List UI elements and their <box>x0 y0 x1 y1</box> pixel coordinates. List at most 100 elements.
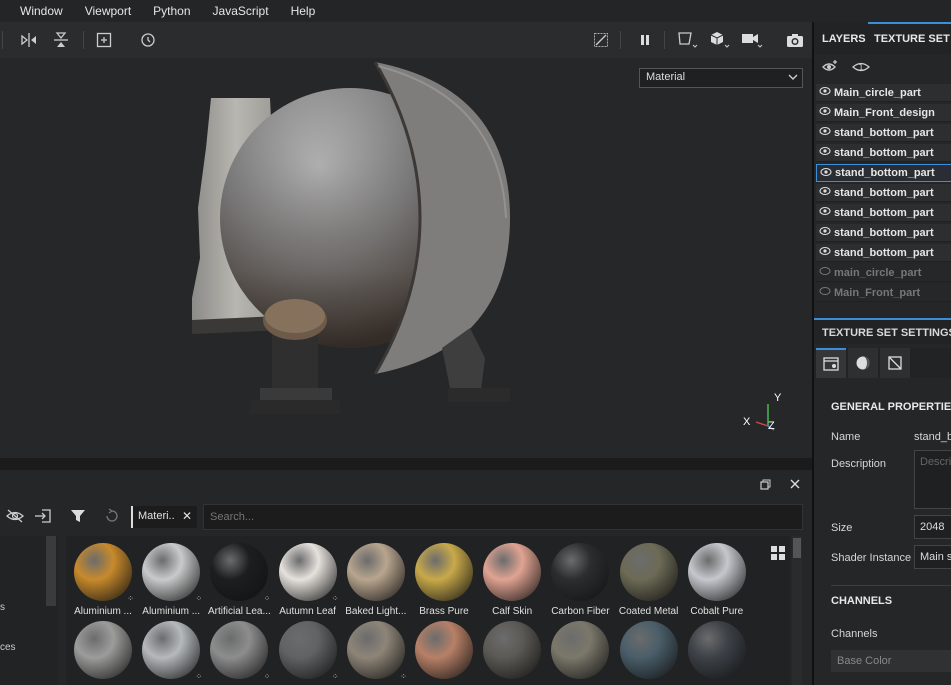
layer-row[interactable]: stand_bottom_part <box>816 164 951 182</box>
material-thumbnail[interactable]: Carbon Fiber <box>546 543 614 617</box>
layer-toolbar: 1 <box>814 54 951 82</box>
menu-javascript[interactable]: JavaScript <box>202 0 280 22</box>
size-select[interactable]: 2048 <box>914 515 951 539</box>
material-thumbnail[interactable]: Calf Skin <box>478 543 546 617</box>
material-thumbnail[interactable] <box>69 621 137 684</box>
material-preview-sphere <box>415 621 473 679</box>
material-thumbnail[interactable]: ⁘ <box>342 621 410 684</box>
settings-tab-icon[interactable] <box>816 348 846 378</box>
layer-row[interactable]: Main_Front_design <box>816 104 951 122</box>
material-name: Brass Pure <box>419 606 469 617</box>
material-thumbnail[interactable]: Brass Pure <box>410 543 478 617</box>
search-input[interactable] <box>203 504 803 530</box>
filter-icon[interactable] <box>70 508 86 527</box>
material-preview-sphere: ⁘ <box>142 543 202 603</box>
center-object-icon[interactable] <box>92 28 116 52</box>
uv-tab-icon[interactable] <box>880 348 910 378</box>
eye-icon[interactable] <box>817 167 835 180</box>
add-fill-layer-icon[interactable] <box>821 59 839 78</box>
hide-display-icon[interactable] <box>589 28 613 52</box>
layer-row[interactable]: main_circle_part <box>816 264 951 282</box>
remove-filter-icon[interactable]: ✕ <box>182 509 192 523</box>
category-label[interactable]: ces <box>0 642 16 653</box>
texture-set-settings-header: TEXTURE SET SETTINGS <box>814 318 951 344</box>
panel-splitter[interactable] <box>0 458 812 470</box>
reset-camera-icon[interactable] <box>136 28 160 52</box>
grid-view-icon[interactable] <box>770 545 786 564</box>
material-thumbnail[interactable]: Cobalt Pure <box>683 543 751 617</box>
material-thumbnail[interactable] <box>683 621 751 684</box>
menu-viewport[interactable]: Viewport <box>74 0 142 22</box>
variants-icon: ⁘ <box>331 672 339 681</box>
menu-bar: Window Viewport Python JavaScript Help <box>0 0 951 22</box>
layer-row[interactable]: stand_bottom_part <box>816 204 951 222</box>
material-thumbnail[interactable]: ⁘ <box>205 621 273 684</box>
menu-window[interactable]: Window <box>0 0 74 22</box>
material-thumbnail[interactable]: Baked Light... <box>342 543 410 617</box>
shader-instance-select[interactable]: Main s <box>914 545 951 569</box>
variants-icon: ⁘ <box>331 594 339 603</box>
layer-row[interactable]: stand_bottom_part <box>816 124 951 142</box>
pause-icon[interactable] <box>633 28 657 52</box>
hide-eye-icon[interactable] <box>6 508 24 527</box>
layer-row[interactable]: stand_bottom_part <box>816 244 951 262</box>
material-thumbnail[interactable] <box>478 621 546 684</box>
tab-texture-set-list[interactable]: TEXTURE SET L <box>868 22 951 54</box>
add-layer-icon[interactable]: 1 <box>852 59 870 78</box>
material-thumbnail[interactable]: ⁘ <box>137 621 205 684</box>
categories-scrollbar[interactable] <box>46 536 56 606</box>
camera-video-icon[interactable] <box>740 28 764 52</box>
material-thumbnail[interactable]: ⁘ Autumn Leaf <box>274 543 342 617</box>
material-thumbnail[interactable]: ⁘ Artificial Lea... <box>205 543 273 617</box>
menu-help[interactable]: Help <box>280 0 327 22</box>
material-thumbnail[interactable]: Coated Metal <box>615 543 683 617</box>
layer-row[interactable]: stand_bottom_part <box>816 224 951 242</box>
object-display-icon[interactable] <box>708 28 732 52</box>
material-thumbnail[interactable] <box>546 621 614 684</box>
mirror-horizontal-icon[interactable] <box>17 28 41 52</box>
float-panel-icon[interactable] <box>759 479 771 494</box>
model-render[interactable] <box>180 58 520 428</box>
name-value[interactable]: stand_b <box>914 431 951 443</box>
layer-row[interactable]: stand_bottom_part <box>816 184 951 202</box>
base-color-channel[interactable]: Base Color <box>831 650 951 672</box>
eye-icon[interactable] <box>816 206 834 219</box>
eye-icon[interactable] <box>816 226 834 239</box>
hidden-eye-icon[interactable] <box>816 286 834 299</box>
material-thumbnail[interactable]: ⁘ <box>274 621 342 684</box>
screenshot-camera-icon[interactable] <box>783 28 807 52</box>
material-name: Autumn Leaf <box>279 606 336 617</box>
mirror-vertical-icon[interactable] <box>49 28 73 52</box>
category-label[interactable]: s <box>0 602 5 613</box>
shelf-header <box>0 470 812 500</box>
tab-layers[interactable]: LAYERS <box>822 22 872 54</box>
layer-row[interactable]: stand_bottom_part <box>816 144 951 162</box>
material-tab-icon[interactable] <box>848 348 878 378</box>
grid-scrollbar[interactable] <box>792 536 802 685</box>
layer-row[interactable]: Main_circle_part <box>816 84 951 102</box>
eye-icon[interactable] <box>816 126 834 139</box>
eye-icon[interactable] <box>816 146 834 159</box>
reset-filter-icon[interactable] <box>103 507 121 528</box>
toolbar-separator <box>2 31 3 49</box>
import-icon[interactable] <box>34 508 52 527</box>
material-thumbnail[interactable]: ⁘ Aluminium ... <box>137 543 205 617</box>
material-thumbnail[interactable]: ⁘ Aluminium ... <box>69 543 137 617</box>
description-field[interactable]: Descri <box>914 450 951 509</box>
close-icon[interactable] <box>789 478 801 493</box>
menu-python[interactable]: Python <box>142 0 201 22</box>
material-thumbnail[interactable] <box>410 621 478 684</box>
eye-icon[interactable] <box>816 186 834 199</box>
layer-row[interactable]: Main_Front_part <box>816 284 951 302</box>
viewport[interactable]: Material Y X Z <box>0 22 812 458</box>
material-thumbnail[interactable] <box>615 621 683 684</box>
filter-chip[interactable]: Materi.. ✕ <box>131 506 197 528</box>
hidden-eye-icon[interactable] <box>816 266 834 279</box>
display-mode-icon[interactable] <box>676 28 700 52</box>
layer-name: stand_bottom_part <box>834 126 934 139</box>
eye-icon[interactable] <box>816 246 834 259</box>
channel-select[interactable]: Material <box>639 68 803 88</box>
axis-label-z: Z <box>768 420 775 432</box>
eye-icon[interactable] <box>816 86 834 99</box>
eye-icon[interactable] <box>816 106 834 119</box>
